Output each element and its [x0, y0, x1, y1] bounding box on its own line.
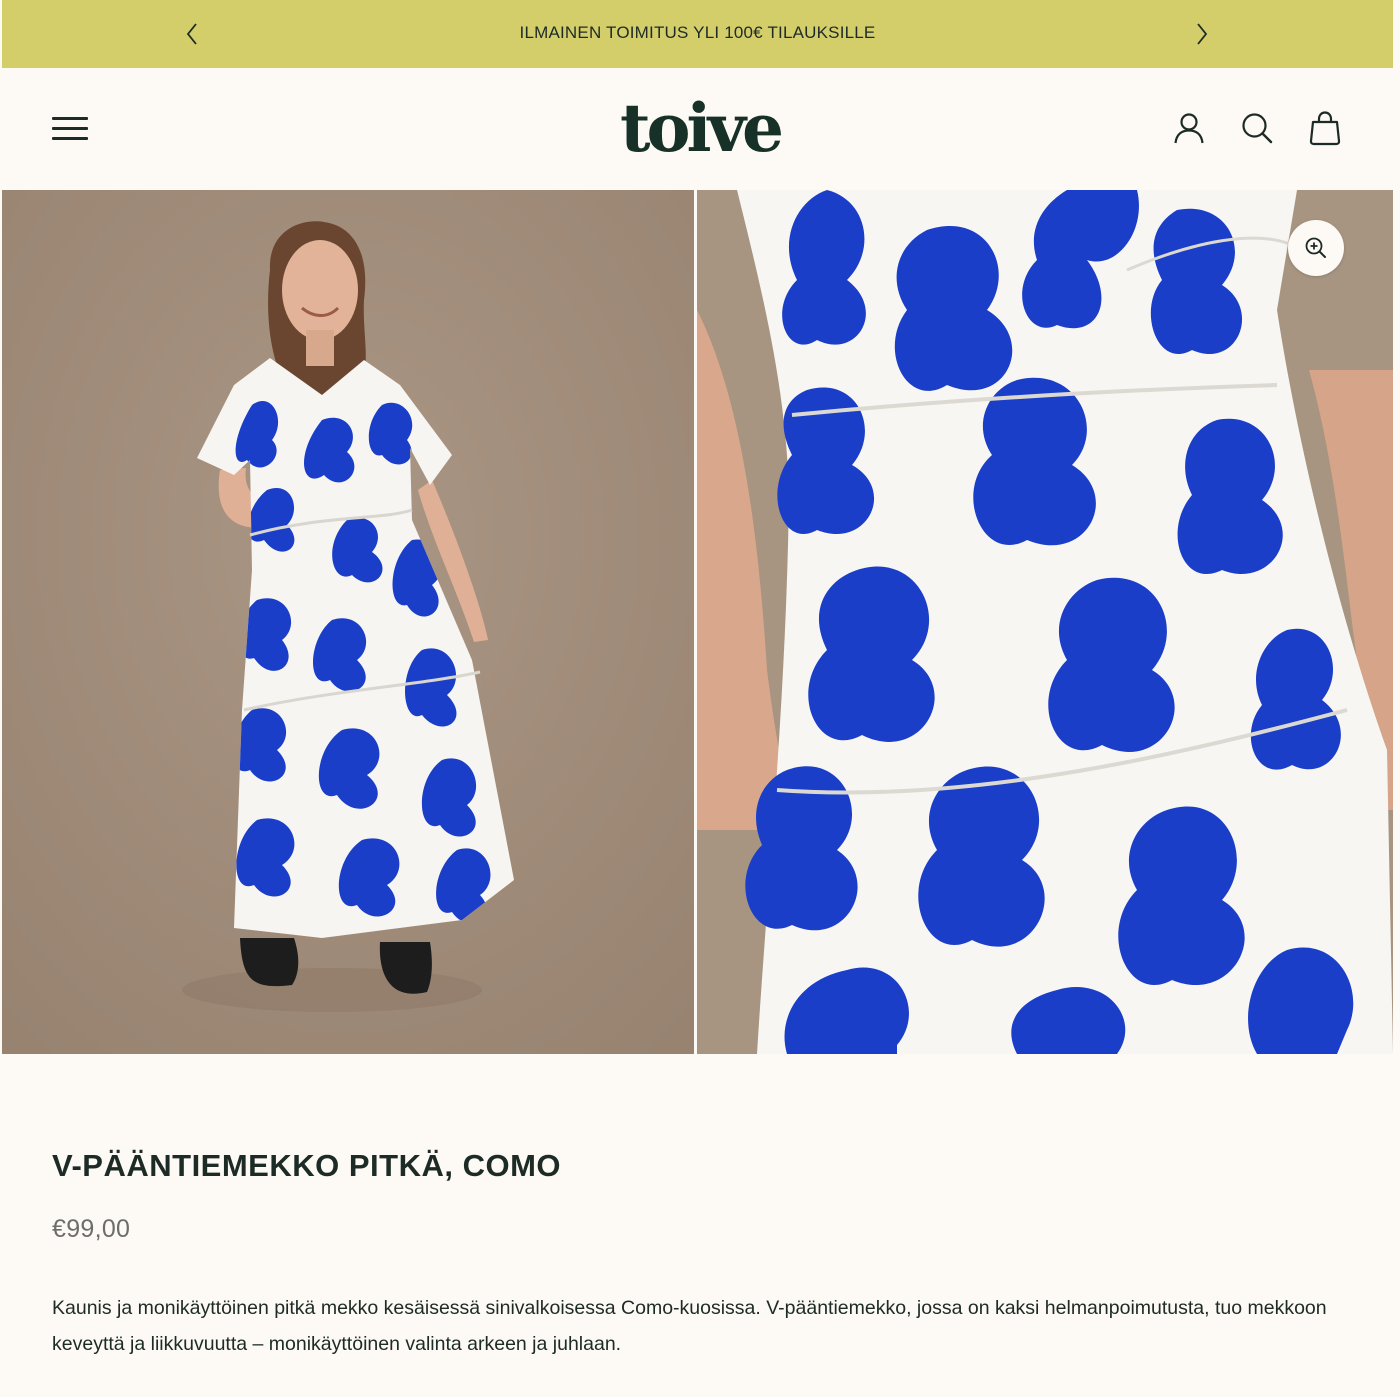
menu-button[interactable]	[50, 112, 90, 144]
dress-detail-photo[interactable]	[697, 190, 1393, 1054]
search-button[interactable]	[1237, 108, 1277, 148]
announcement-text: ILMAINEN TOIMITUS YLI 100€ TILAUKSILLE	[519, 23, 876, 42]
cart-button[interactable]	[1305, 108, 1345, 148]
logo[interactable]: toive	[602, 89, 798, 167]
product-description: Kaunis ja monikäyttöinen pitkä mekko kes…	[52, 1297, 1327, 1355]
user-icon	[1174, 113, 1204, 144]
hamburger-line	[52, 127, 88, 130]
hamburger-menu-icon	[52, 117, 88, 120]
site-header: toive	[2, 68, 1393, 190]
hamburger-line	[52, 137, 88, 140]
full-length-model-photo[interactable]	[2, 190, 694, 1054]
announcement-next-button[interactable]	[1186, 18, 1218, 50]
product-title: V-PÄÄNTIEMEKKO PITKÄ, COMO	[52, 1148, 562, 1183]
page: ILMAINEN TOIMITUS YLI 100€ TILAUKSILLE t…	[2, 0, 1393, 1397]
search-icon	[1242, 113, 1273, 144]
announcement-bar: ILMAINEN TOIMITUS YLI 100€ TILAUKSILLE	[2, 0, 1393, 68]
zoom-in-icon	[1305, 237, 1326, 258]
product-price: €99,00	[52, 1215, 131, 1243]
account-button[interactable]	[1169, 108, 1209, 148]
shopping-bag-icon	[1309, 111, 1341, 146]
detail-photo-illustration	[697, 190, 1393, 1054]
product-gallery	[2, 190, 1393, 1054]
chevron-right-icon	[1197, 23, 1208, 45]
model-photo-illustration	[2, 190, 694, 1054]
zoom-button[interactable]	[1288, 220, 1344, 276]
